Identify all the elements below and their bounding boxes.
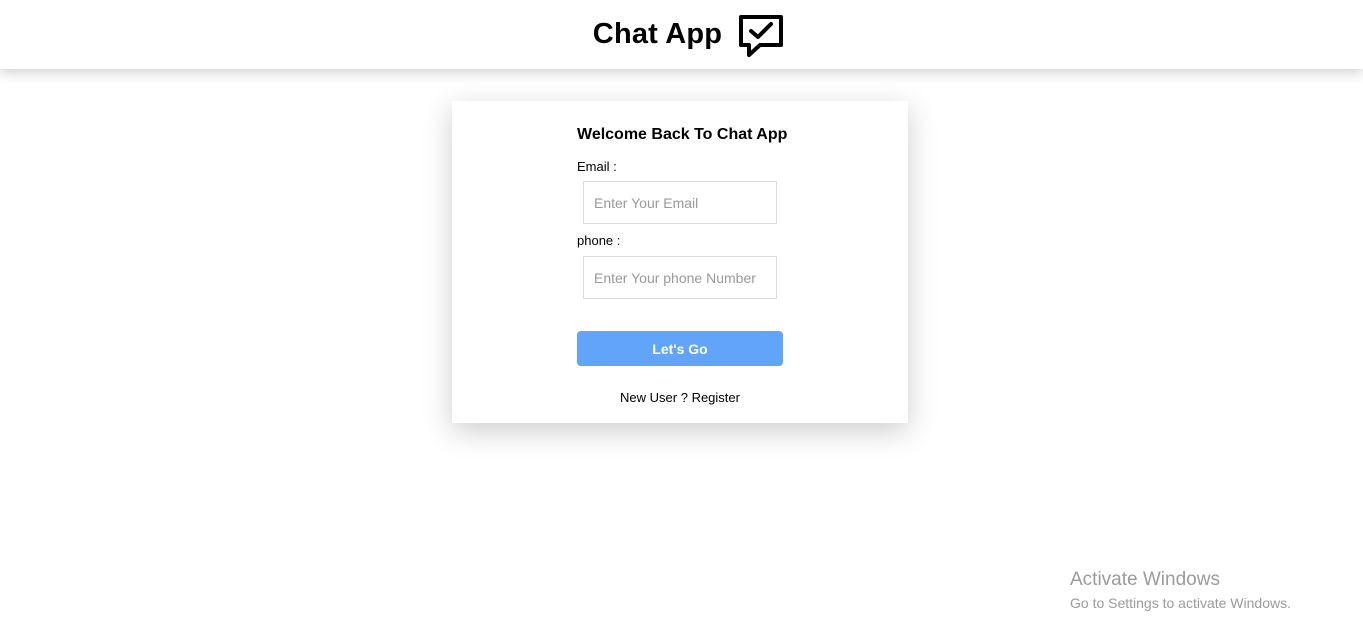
watermark-subtitle: Go to Settings to activate Windows.: [1070, 595, 1291, 611]
register-link[interactable]: Register: [692, 390, 740, 405]
watermark-title: Activate Windows: [1070, 569, 1220, 590]
new-user-text: New User ?: [620, 390, 688, 405]
phone-label: phone :: [577, 233, 621, 248]
email-label: Email :: [577, 159, 617, 174]
header-brand: Chat App: [593, 10, 784, 60]
chat-check-icon: [739, 14, 784, 57]
phone-input[interactable]: [583, 256, 777, 299]
email-input[interactable]: [583, 181, 777, 224]
app-title: Chat App: [592, 18, 723, 50]
app-header: Chat App: [0, 0, 1363, 69]
login-title: Welcome Back To Chat App: [577, 126, 788, 143]
submit-button[interactable]: Let's Go: [577, 331, 783, 366]
login-card: Welcome Back To Chat App Email : phone :…: [452, 101, 908, 423]
register-row: New User ? Register: [452, 390, 908, 405]
activate-windows-watermark: Activate Windows Go to Settings to activ…: [1070, 569, 1291, 613]
